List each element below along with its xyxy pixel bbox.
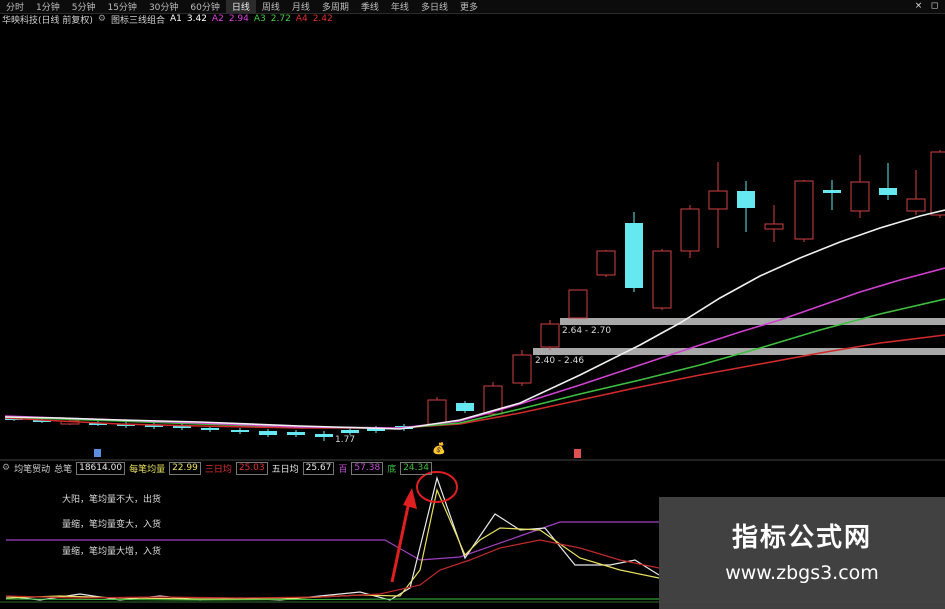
sub-indicator-name[interactable]: 均笔贸动 — [14, 462, 50, 475]
d3-label: 三日均 — [204, 464, 232, 475]
watermark-url: www.zbgs3.com — [725, 562, 879, 584]
total-label: 总笔 — [54, 464, 73, 475]
d5-label: 五日均 — [271, 464, 299, 475]
candle-body — [231, 430, 249, 432]
money-bag-icon[interactable]: 💰 — [432, 442, 446, 455]
event-marker-blue[interactable] — [94, 449, 101, 457]
candle-body — [625, 223, 643, 288]
candle-body — [259, 431, 277, 435]
candle-body — [652, 250, 672, 309]
candle-body — [794, 180, 814, 240]
upper-band-label: 2.64 - 2.70 — [562, 326, 612, 336]
candle-body — [708, 190, 728, 210]
annotation-arrow — [390, 496, 412, 583]
event-marker-red[interactable] — [574, 449, 581, 458]
d3-value: 25.03 — [235, 461, 268, 475]
candle-body — [512, 354, 532, 384]
candle-body — [879, 188, 897, 195]
candle-body — [823, 190, 841, 193]
legend-item: 大阳，笔均量不大，出货 — [62, 495, 162, 505]
candle-body — [930, 151, 945, 216]
candle-body — [201, 428, 219, 430]
avg-label: 每笔均量 — [129, 464, 166, 475]
candle-body — [906, 198, 926, 212]
total-value: 18614.00 — [76, 461, 126, 475]
candle-body — [596, 250, 616, 276]
candle-body — [341, 430, 359, 433]
lower-band-label: 2.40 - 2.46 — [535, 356, 585, 366]
legend-item: 量缩，笔均量大增，入货 — [62, 547, 162, 557]
legend-item: 量缩，笔均量变大，入货 — [62, 520, 162, 530]
upper-price-band — [560, 318, 945, 325]
candle-body — [427, 399, 447, 425]
annotation-arrow-head — [403, 488, 417, 509]
low-price-label: 1.77 — [335, 435, 355, 445]
candle-body — [287, 432, 305, 435]
candle-body — [540, 323, 560, 348]
avg-value: 22.99 — [169, 461, 201, 475]
candle-body — [680, 208, 700, 252]
candle-body — [456, 403, 474, 411]
watermark-title: 指标公式网 — [731, 523, 872, 553]
candle-body — [850, 181, 870, 212]
candlestick-series — [5, 150, 945, 441]
candle-body — [315, 434, 333, 437]
sub-settings-icon[interactable]: ⚙ — [2, 463, 10, 473]
low-label: 底 — [387, 464, 397, 475]
hundred-label: 百 — [338, 464, 348, 475]
watermark-panel: 指标公式网 www.zbgs3.com — [659, 497, 945, 609]
hundred-value: 57.38 — [351, 461, 384, 475]
d5-value: 25.67 — [302, 461, 335, 475]
low-value: 24.34 — [400, 461, 432, 475]
candle-body — [568, 289, 588, 319]
candle-body — [764, 223, 784, 230]
sub-green-line — [5, 598, 659, 601]
candle-body — [737, 191, 755, 208]
sub-indicator-header: ⚙ 均笔贸动 总笔 18614.00 每笔均量 22.99 三日均 25.03 … — [2, 461, 432, 475]
